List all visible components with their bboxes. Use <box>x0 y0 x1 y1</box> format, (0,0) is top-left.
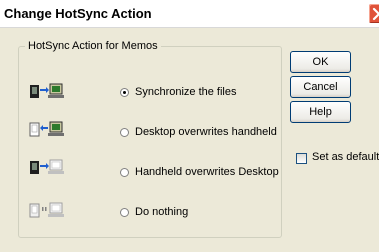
sync-both-icon <box>30 83 64 98</box>
help-button[interactable]: Help <box>290 101 351 123</box>
radio-desktop-overwrites[interactable] <box>120 128 129 137</box>
radio-do-nothing-label: Do nothing <box>135 206 189 218</box>
radio-handheld-overwrites[interactable] <box>120 168 129 177</box>
desktop-to-handheld-icon <box>29 121 64 137</box>
radio-synchronize-label: Synchronize the files <box>135 86 237 98</box>
radio-synchronize[interactable] <box>120 88 129 97</box>
close-button[interactable] <box>368 3 379 24</box>
cancel-button[interactable]: Cancel <box>290 76 351 98</box>
close-icon <box>372 7 379 21</box>
set-as-default-label: Set as default <box>312 151 379 163</box>
set-as-default-checkbox[interactable] <box>296 153 307 164</box>
group-label: HotSync Action for Memos <box>25 40 161 52</box>
ok-button[interactable]: OK <box>290 51 351 73</box>
radio-handheld-overwrites-label: Handheld overwrites Desktop <box>135 166 279 178</box>
radio-do-nothing[interactable] <box>120 208 129 217</box>
do-nothing-icon <box>29 202 64 218</box>
dialog-title: Change HotSync Action <box>4 6 152 21</box>
handheld-to-desktop-icon <box>30 159 64 174</box>
radio-desktop-overwrites-label: Desktop overwrites handheld <box>135 126 277 138</box>
title-bar: Change HotSync Action <box>0 0 379 28</box>
